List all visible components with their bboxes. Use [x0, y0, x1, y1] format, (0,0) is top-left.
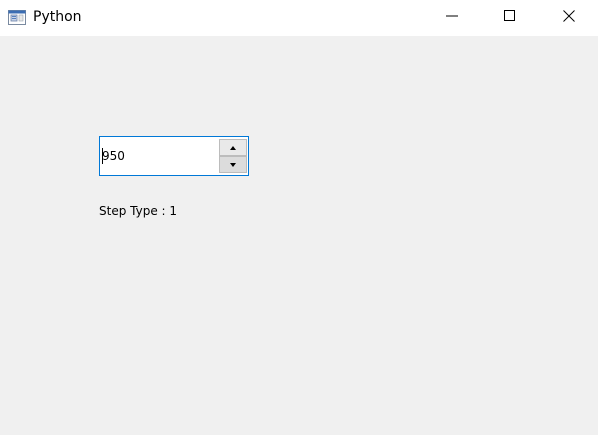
value-spinbox[interactable]: 950	[99, 136, 249, 176]
minimize-button[interactable]	[423, 0, 481, 36]
arrow-up-icon	[230, 145, 236, 150]
close-button[interactable]	[540, 0, 598, 36]
python-app-icon	[8, 10, 26, 25]
spinbox-value[interactable]: 950	[102, 149, 125, 163]
spin-down-button[interactable]	[219, 156, 247, 173]
window-title: Python	[33, 9, 82, 25]
close-icon	[563, 9, 575, 27]
step-type-label: Step Type : 1	[99, 204, 178, 218]
maximize-icon	[504, 9, 516, 27]
minimize-icon	[446, 9, 458, 27]
arrow-down-icon	[230, 162, 236, 167]
title-bar[interactable]: Python	[0, 0, 598, 36]
maximize-button[interactable]	[481, 0, 539, 36]
spin-up-button[interactable]	[219, 139, 247, 156]
